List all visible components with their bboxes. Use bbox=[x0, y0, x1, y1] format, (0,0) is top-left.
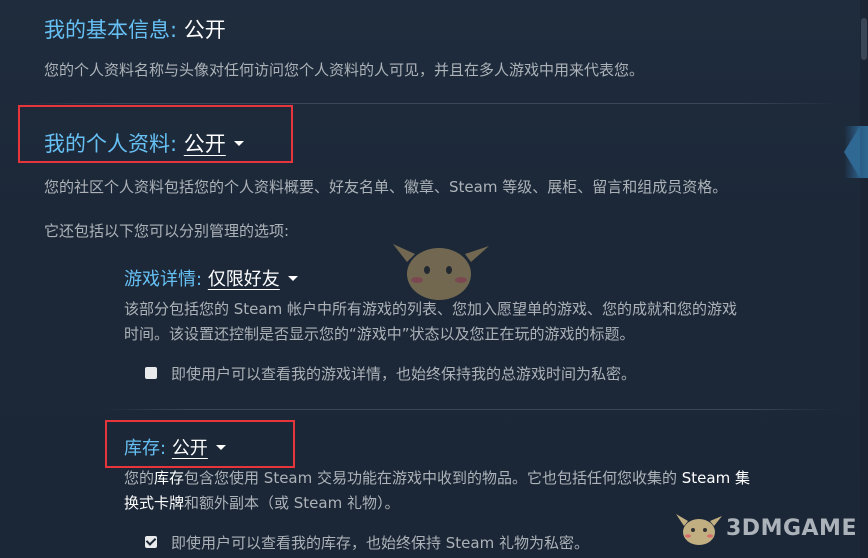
inventory-desc-part1: 您的 bbox=[124, 469, 155, 487]
inventory-gifts-checkbox[interactable] bbox=[145, 535, 157, 548]
game-details-description-line1: 该部分包括您的 Steam 帐户中所有游戏的列表、您加入愿望单的游戏、您的成就和… bbox=[124, 300, 737, 318]
watermark-mascot-icon bbox=[676, 514, 722, 545]
scrollbar-thumb[interactable] bbox=[861, 18, 867, 60]
basic-info-label: 我的基本信息: bbox=[44, 18, 178, 42]
divider bbox=[20, 103, 840, 104]
game-details-checkbox-label[interactable]: 即使用户可以查看我的游戏详情，也始终保持我的总游戏时间为私密。 bbox=[171, 365, 636, 383]
inventory-label: 库存: bbox=[124, 438, 167, 459]
inventory-privacy-dropdown[interactable]: 公开 bbox=[172, 438, 226, 459]
trading-cards-link-part2[interactable]: 换式卡牌 bbox=[124, 494, 184, 512]
profile-note: 它还包括以下您可以分别管理的选项: bbox=[44, 222, 290, 240]
game-details-checkbox-row[interactable]: 即使用户可以查看我的游戏详情，也始终保持我的总游戏时间为私密。 bbox=[145, 363, 636, 385]
basic-info-value: 公开 bbox=[183, 18, 226, 42]
profile-description: 您的社区个人资料包括您的个人资料概要、好友名单、徽章、Steam 等级、展柜、留… bbox=[44, 178, 728, 196]
divider bbox=[100, 409, 840, 410]
inventory-link[interactable]: 库存 bbox=[154, 469, 184, 487]
inventory-checkbox-label[interactable]: 即使用户可以查看我的库存，也始终保持 Steam 礼物为私密。 bbox=[171, 534, 589, 552]
scrollbar[interactable] bbox=[860, 0, 868, 558]
basic-info-heading: 我的基本信息: 公开 bbox=[44, 17, 226, 43]
site-watermark: 3DMGAME bbox=[672, 508, 862, 548]
caret-down-icon[interactable] bbox=[215, 444, 226, 450]
game-details-label: 游戏详情: bbox=[124, 269, 203, 290]
trading-cards-link-part1[interactable]: Steam 集 bbox=[682, 469, 750, 487]
game-details-privacy-value[interactable]: 仅限好友 bbox=[208, 269, 280, 290]
profile-privacy-dropdown[interactable]: 公开 bbox=[184, 132, 244, 156]
game-details-playtime-checkbox[interactable] bbox=[145, 366, 157, 379]
inventory-desc-part2: 包含您使用 Steam 交易功能在游戏中收到的物品。它也包括任何您收集的 bbox=[184, 469, 682, 487]
inventory-desc-part3: 和额外副本（或 Steam 礼物）。 bbox=[184, 494, 400, 512]
profile-label: 我的个人资料: bbox=[44, 132, 178, 156]
profile-privacy-value[interactable]: 公开 bbox=[184, 132, 226, 156]
mascot-watermark-icon bbox=[393, 244, 489, 300]
game-details-description-line2: 时间。该设置还控制是否显示您的“游戏中”状态以及您正在玩的游戏的标题。 bbox=[124, 325, 635, 343]
inventory-description-line1: 您的库存包含您使用 Steam 交易功能在游戏中收到的物品。它也包括任何您收集的… bbox=[124, 466, 750, 491]
game-details-heading: 游戏详情: 仅限好友 bbox=[124, 268, 298, 292]
caret-down-icon[interactable] bbox=[233, 140, 244, 146]
game-details-privacy-dropdown[interactable]: 仅限好友 bbox=[208, 269, 298, 290]
inventory-checkbox-row[interactable]: 即使用户可以查看我的库存，也始终保持 Steam 礼物为私密。 bbox=[145, 532, 589, 554]
inventory-heading: 库存: 公开 bbox=[124, 437, 226, 461]
inventory-privacy-value[interactable]: 公开 bbox=[172, 438, 208, 459]
profile-heading: 我的个人资料: 公开 bbox=[44, 131, 244, 157]
side-panel-tab[interactable] bbox=[844, 126, 868, 178]
basic-info-description: 您的个人资料名称与头像对任何访问您个人资料的人可见，并且在多人游戏中用来代表您。 bbox=[44, 61, 645, 79]
watermark-text: 3DMGAME bbox=[726, 516, 857, 541]
inventory-description-line2: 换式卡牌和额外副本（或 Steam 礼物）。 bbox=[124, 491, 400, 516]
caret-down-icon[interactable] bbox=[287, 275, 298, 281]
